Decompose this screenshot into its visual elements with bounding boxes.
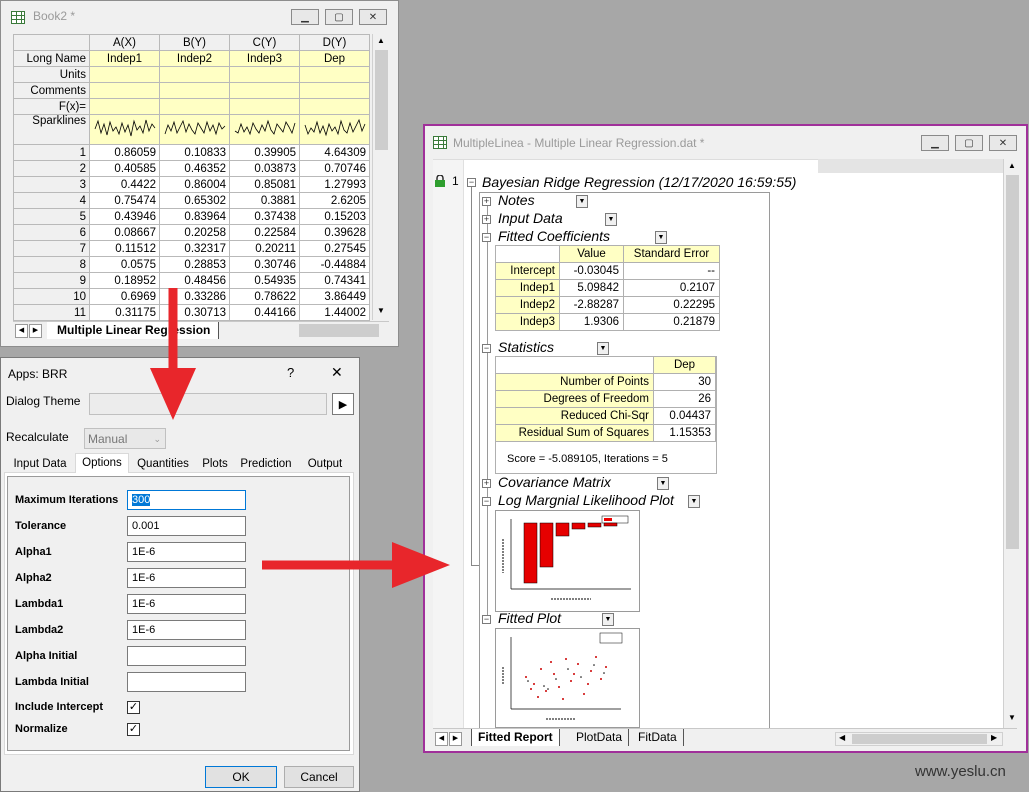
selected-text: 300 [132,494,151,506]
option-label: Alpha2 [15,572,52,584]
watermark: www.yeslu.cn [915,763,1006,780]
option-input[interactable]: 1E-6 [127,620,246,640]
option-input[interactable] [127,646,246,666]
right-arrow [262,542,450,588]
option-checkbox[interactable]: ✓ [127,723,140,736]
option-label: Lambda1 [15,598,64,610]
checkbox-label: Include Intercept [15,701,104,713]
option-input[interactable]: 300 [127,490,246,510]
option-input[interactable] [127,672,246,692]
option-label: Maximum Iterations [15,494,119,506]
option-label: Lambda2 [15,624,64,636]
option-checkbox[interactable]: ✓ [127,701,140,714]
option-label: Lambda Initial [15,676,89,688]
checkbox-label: Normalize [15,723,68,735]
option-label: Tolerance [15,520,67,532]
down-arrow [150,288,196,420]
option-label: Alpha1 [15,546,52,558]
option-input[interactable]: 1E-6 [127,568,246,588]
option-label: Alpha Initial [15,650,78,662]
option-input[interactable]: 1E-6 [127,542,246,562]
option-input[interactable]: 1E-6 [127,594,246,614]
option-input[interactable]: 0.001 [127,516,246,536]
